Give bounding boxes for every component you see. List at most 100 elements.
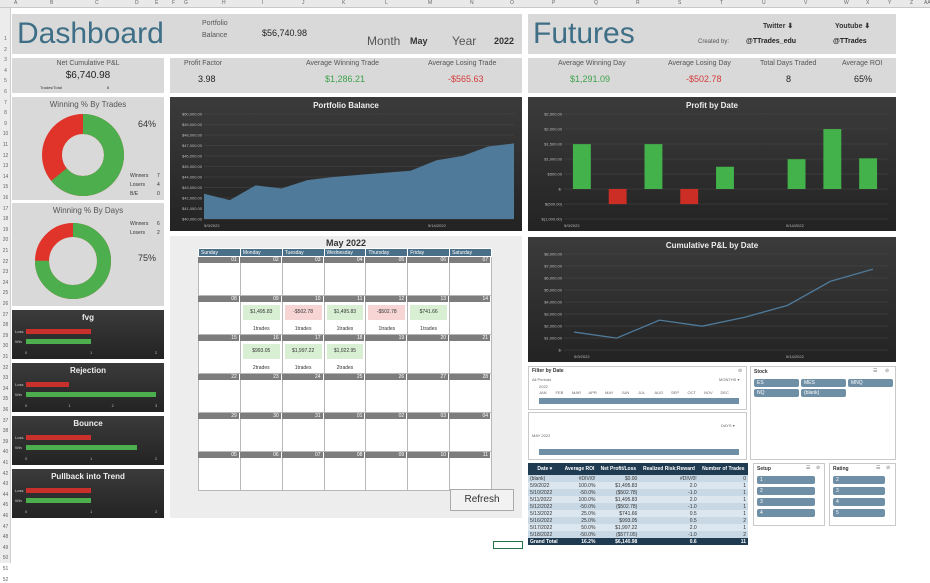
- calendar-day[interactable]: 09 $1,495.83 1trades: [239, 295, 283, 335]
- row-number[interactable]: 16: [0, 195, 11, 201]
- calendar-day[interactable]: 01: [323, 412, 367, 452]
- row-number[interactable]: 22: [0, 259, 11, 265]
- row-number[interactable]: 28: [0, 322, 11, 328]
- clear-filter-icon[interactable]: ⊘: [885, 368, 889, 374]
- month-tick[interactable]: JUN: [622, 390, 630, 395]
- calendar-day[interactable]: 04: [323, 256, 367, 296]
- slicer-item-stock_items-2[interactable]: MNQ: [848, 379, 893, 387]
- calendar-day[interactable]: 01: [198, 256, 241, 296]
- column-letter[interactable]: E: [155, 0, 158, 6]
- month-tick[interactable]: AUG: [655, 390, 664, 395]
- month-tick[interactable]: OCT: [688, 390, 696, 395]
- slicer-item-setup_items-3[interactable]: 4: [757, 509, 815, 517]
- row-number[interactable]: 27: [0, 312, 11, 318]
- row-number[interactable]: 25: [0, 290, 11, 296]
- slicer-item-rating_items-2[interactable]: 4: [833, 498, 885, 506]
- refresh-button[interactable]: Refresh: [450, 489, 514, 511]
- column-letter[interactable]: G: [184, 0, 188, 6]
- column-letter[interactable]: L: [385, 0, 388, 6]
- day-timeline-bar[interactable]: [539, 449, 739, 455]
- multi-select-icon[interactable]: ☰: [873, 368, 877, 374]
- calendar-day[interactable]: 05: [198, 451, 241, 491]
- calendar-day[interactable]: 21: [449, 334, 492, 374]
- calendar-day[interactable]: 24: [281, 373, 325, 413]
- row-number[interactable]: 37: [0, 418, 11, 424]
- row-number[interactable]: 30: [0, 343, 11, 349]
- calendar-day[interactable]: 08: [198, 295, 241, 335]
- table-row[interactable]: 5/12/2022 -50.0% ($502.78) -1.0 1: [528, 503, 748, 510]
- column-letter[interactable]: O: [510, 0, 514, 6]
- row-number[interactable]: 15: [0, 184, 11, 190]
- row-number[interactable]: 26: [0, 301, 11, 307]
- slicer-item-rating_items-1[interactable]: 3: [833, 487, 885, 495]
- column-letter[interactable]: C: [95, 0, 99, 6]
- calendar-day[interactable]: 03: [281, 256, 325, 296]
- row-number[interactable]: 47: [0, 524, 11, 530]
- row-number[interactable]: 44: [0, 492, 11, 498]
- row-number[interactable]: 6: [0, 89, 11, 95]
- row-number[interactable]: 42: [0, 471, 11, 477]
- column-letter[interactable]: AA: [924, 0, 930, 6]
- month-value[interactable]: May: [410, 36, 428, 46]
- column-letter[interactable]: P: [552, 0, 555, 6]
- column-letter[interactable]: R: [636, 0, 640, 6]
- calendar-day[interactable]: 02: [239, 256, 283, 296]
- row-number[interactable]: 39: [0, 439, 11, 445]
- multi-select-icon[interactable]: ☰: [876, 465, 880, 471]
- calendar-day[interactable]: 13 $741.66 1trades: [407, 295, 451, 335]
- slicer-item-stock_items-4[interactable]: (blank): [801, 389, 846, 397]
- column-letter[interactable]: D: [135, 0, 139, 6]
- row-number[interactable]: 51: [0, 566, 11, 572]
- column-letter[interactable]: U: [762, 0, 766, 6]
- calendar-day[interactable]: 31: [281, 412, 325, 452]
- row-number[interactable]: 21: [0, 248, 11, 254]
- row-number[interactable]: 40: [0, 449, 11, 455]
- row-number[interactable]: 29: [0, 333, 11, 339]
- calendar-day[interactable]: 29: [198, 412, 241, 452]
- row-number[interactable]: 17: [0, 206, 11, 212]
- calendar-day[interactable]: 15: [198, 334, 241, 374]
- row-number[interactable]: 31: [0, 354, 11, 360]
- calendar-day[interactable]: 28: [449, 373, 492, 413]
- table-row[interactable]: 5/16/2022 25.0% $993.05 0.5 2: [528, 517, 748, 524]
- row-number[interactable]: 5: [0, 78, 11, 84]
- row-number[interactable]: 24: [0, 280, 11, 286]
- row-number[interactable]: 50: [0, 555, 11, 561]
- row-number[interactable]: 46: [0, 513, 11, 519]
- table-row[interactable]: 5/17/2022 50.0% $1,997.22 2.0 1: [528, 524, 748, 531]
- column-letter[interactable]: S: [678, 0, 681, 6]
- slicer-item-setup_items-1[interactable]: 2: [757, 487, 815, 495]
- slicer-item-stock_items-1[interactable]: MES: [801, 379, 846, 387]
- calendar-day[interactable]: 22: [198, 373, 241, 413]
- column-letter[interactable]: B: [50, 0, 53, 6]
- month-tick[interactable]: JAN: [539, 390, 547, 395]
- calendar-day[interactable]: 25: [323, 373, 367, 413]
- slicer-item-setup_items-0[interactable]: 1: [757, 476, 815, 484]
- months-dropdown[interactable]: MONTHS ▾: [719, 377, 739, 382]
- column-letter[interactable]: Y: [888, 0, 891, 6]
- calendar-day[interactable]: 23: [239, 373, 283, 413]
- row-number[interactable]: 11: [0, 142, 11, 148]
- row-number[interactable]: 23: [0, 269, 11, 275]
- all-periods-label[interactable]: All Periods: [532, 377, 551, 382]
- calendar-day[interactable]: 18 $1,022.95 2trades: [323, 334, 367, 374]
- twitter-handle[interactable]: @TTrades_edu: [746, 38, 796, 45]
- calendar-day[interactable]: 14: [449, 295, 492, 335]
- clear-filter-icon[interactable]: ⊘: [886, 465, 890, 471]
- row-number[interactable]: 14: [0, 174, 11, 180]
- column-letter[interactable]: M: [428, 0, 432, 6]
- column-letter[interactable]: T: [720, 0, 723, 6]
- row-number[interactable]: 10: [0, 131, 11, 137]
- row-number[interactable]: 45: [0, 502, 11, 508]
- column-letter[interactable]: A: [14, 0, 17, 6]
- column-letter[interactable]: F: [172, 0, 175, 6]
- slicer-item-rating_items-0[interactable]: 2: [833, 476, 885, 484]
- calendar-day[interactable]: 12 -$502.78 1trades: [365, 295, 409, 335]
- calendar-day[interactable]: 17 $1,997.22 1trades: [281, 334, 325, 374]
- table-row[interactable]: 5/11/2022 100.0% $1,495.83 2.0 1: [528, 496, 748, 503]
- column-letter[interactable]: X: [866, 0, 869, 6]
- slicer-item-rating_items-3[interactable]: 5: [833, 509, 885, 517]
- month-tick[interactable]: DEC: [721, 390, 729, 395]
- month-timeline-bar[interactable]: [539, 398, 739, 404]
- column-letter[interactable]: H: [222, 0, 226, 6]
